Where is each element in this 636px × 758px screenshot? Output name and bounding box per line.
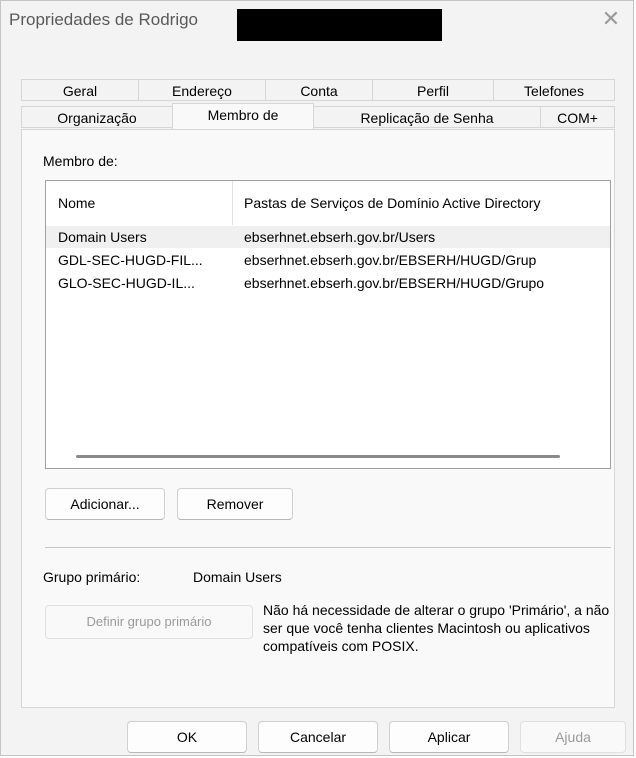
tab-endereco[interactable]: Endereço [138,79,266,101]
column-header-folder[interactable]: Pastas de Serviços de Domínio Active Dir… [244,181,610,225]
primary-group-label: Grupo primário: [43,569,141,585]
group-name: GDL-SEC-HUGD-FIL... [58,252,203,268]
tab-geral[interactable]: Geral [21,79,139,101]
window-title: Propriedades de Rodrigo [9,10,199,29]
set-primary-group-button[interactable]: Definir grupo primário [45,605,253,639]
help-button[interactable]: Ajuda [520,721,626,753]
cancel-button[interactable]: Cancelar [258,721,378,753]
list-item[interactable]: GLO-SEC-HUGD-IL... ebserhnet.ebserh.gov.… [46,272,610,294]
member-of-label: Membro de: [43,153,118,169]
divider [45,547,611,548]
group-path: ebserhnet.ebserh.gov.br/Users [244,229,436,245]
group-name: Domain Users [58,229,147,245]
tab-perfil[interactable]: Perfil [372,79,494,101]
group-name: GLO-SEC-HUGD-IL... [58,275,195,291]
remove-button[interactable]: Remover [177,488,293,520]
column-separator[interactable] [232,181,233,225]
tab-membro-de[interactable]: Membro de [172,103,314,129]
horizontal-scrollbar[interactable] [76,455,560,458]
primary-group-value: Domain Users [193,569,282,585]
add-button[interactable]: Adicionar... [45,488,165,520]
apply-button[interactable]: Aplicar [389,721,509,753]
group-path: ebserhnet.ebserh.gov.br/EBSERH/HUGD/Grup [244,252,537,268]
tab-replicacao-senha[interactable]: Replicação de Senha [313,106,541,128]
primary-group-note: Não há necessidade de alterar o grupo 'P… [263,602,610,654]
list-item[interactable]: GDL-SEC-HUGD-FIL... ebserhnet.ebserh.gov… [46,249,610,271]
ok-button[interactable]: OK [127,721,247,753]
close-icon[interactable]: ✕ [599,7,623,31]
redaction-box [237,9,442,41]
column-header-name[interactable]: Nome [58,181,228,225]
tab-conta[interactable]: Conta [265,79,373,101]
tab-com-plus[interactable]: COM+ [540,106,615,128]
group-path: ebserhnet.ebserh.gov.br/EBSERH/HUGD/Grup… [244,275,545,291]
list-item[interactable]: Domain Users ebserhnet.ebserh.gov.br/Use… [46,226,610,248]
groups-list[interactable]: Nome Pastas de Serviços de Domínio Activ… [45,180,611,469]
properties-dialog: Propriedades de Rodrigo ✕ Geral Endereço… [0,0,634,756]
tab-telefones[interactable]: Telefones [493,79,615,101]
tab-organizacao[interactable]: Organização [21,106,173,128]
title-bar: Propriedades de Rodrigo ✕ [1,1,633,41]
